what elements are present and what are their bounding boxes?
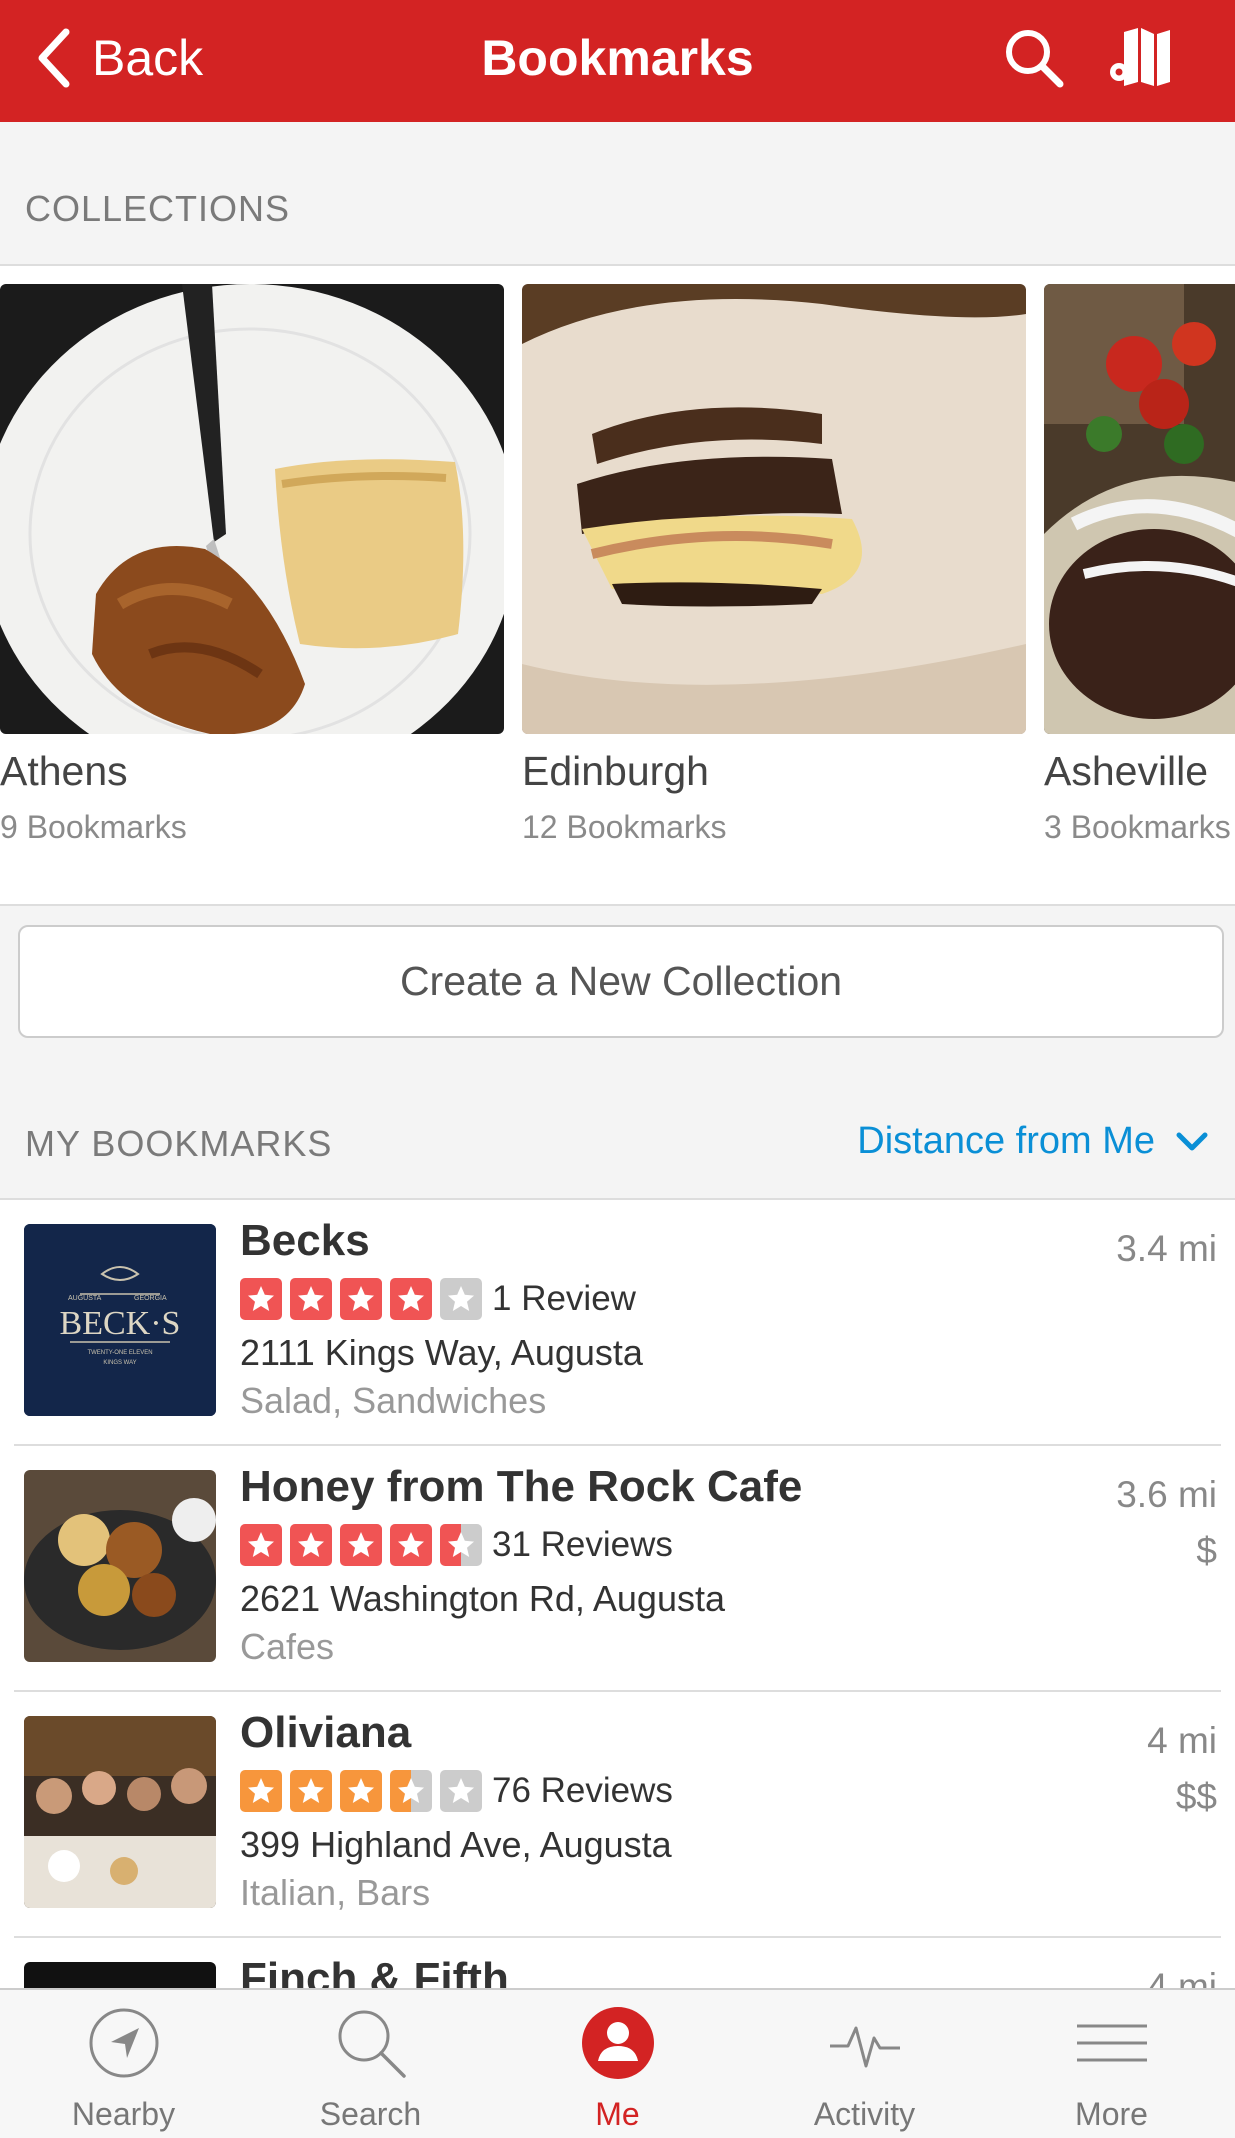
star-icon (440, 1278, 482, 1320)
tab-label: Me (595, 2096, 640, 2132)
map-icon (1110, 28, 1170, 86)
business-address: 2621 Washington Rd, Augusta (240, 1578, 725, 1619)
star-icon (290, 1770, 332, 1812)
collection-photo (522, 284, 1026, 734)
business-address: 2111 Kings Way, Augusta (240, 1332, 643, 1373)
star-icon (240, 1524, 282, 1566)
business-name[interactable]: Oliviana (240, 1708, 411, 1758)
business-distance: 3.4 mi (1116, 1228, 1217, 1269)
business-distance: 4 mi (1147, 1966, 1217, 1988)
business-name[interactable]: Becks (240, 1216, 370, 1266)
star-icon (240, 1278, 282, 1320)
star-icon (390, 1524, 432, 1566)
business-distance: 3.6 mi (1116, 1474, 1217, 1515)
collection-name: Athens (0, 748, 128, 794)
star-icon (290, 1524, 332, 1566)
tab-more[interactable]: More (988, 1990, 1235, 2138)
business-category: Salad, Sandwiches (240, 1380, 547, 1421)
map-button[interactable] (1110, 26, 1174, 90)
bookmarks-section-label: MY BOOKMARKS (25, 1123, 333, 1164)
tab-me[interactable]: Me (494, 1990, 741, 2138)
collection-name: Edinburgh (522, 748, 709, 794)
bookmark-list: AUGUSTA GEORGIA BECK·S TWENTY-ONE ELEVEN… (0, 1198, 1235, 1988)
business-price: $$ (1175, 1776, 1217, 1817)
tab-label: Activity (813, 2096, 916, 2132)
business-thumbnail (24, 1470, 216, 1662)
star-icon (290, 1278, 332, 1320)
menu-icon (1077, 2024, 1147, 2062)
tab-nearby[interactable]: Nearby (0, 1990, 247, 2138)
user-icon (582, 2007, 654, 2079)
business-price: $ (1196, 1530, 1217, 1571)
collections-section-label: COLLECTIONS (25, 188, 291, 229)
review-count: 31 Reviews (492, 1525, 673, 1564)
bookmark-row[interactable]: Honey from The Rock Cafe 31 Reviews 2621… (0, 1446, 1235, 1692)
business-name[interactable]: Finch & Fifth (240, 1954, 509, 1988)
star-rating: 76 Reviews (240, 1770, 673, 1812)
collection-card-edinburgh[interactable]: Edinburgh 12 Bookmarks (522, 284, 1026, 846)
star-icon (440, 1770, 482, 1812)
activity-icon (830, 2026, 900, 2068)
star-rating: 31 Reviews (240, 1524, 673, 1566)
tab-label: More (1075, 2096, 1148, 2132)
collections-carousel[interactable]: Athens 9 Bookmarks Edinburgh 12 Bookmark… (0, 264, 1235, 906)
tab-search[interactable]: Search (247, 1990, 494, 2138)
collection-card-asheville[interactable]: Asheville 3 Bookmarks (1044, 284, 1235, 846)
star-icon (390, 1278, 432, 1320)
collection-card-athens[interactable]: Athens 9 Bookmarks (0, 284, 504, 846)
business-address: 399 Highland Ave, Augusta (240, 1824, 672, 1865)
bookmark-row[interactable]: AUGUSTA GEORGIA BECK·S TWENTY-ONE ELEVEN… (0, 1200, 1235, 1446)
collection-name: Asheville (1044, 748, 1209, 794)
star-icon (340, 1278, 382, 1320)
tab-label: Search (319, 2096, 422, 2132)
compass-icon (89, 2008, 159, 2078)
star-icon (390, 1770, 432, 1812)
collection-count: 3 Bookmarks (1044, 809, 1231, 845)
business-thumbnail (24, 1962, 216, 1988)
review-count: 76 Reviews (492, 1771, 673, 1810)
tab-activity[interactable]: Activity (741, 1990, 988, 2138)
tab-label: Nearby (71, 2096, 176, 2132)
thumb-text-top-left: AUGUSTA (68, 1295, 102, 1302)
thumb-text-line2: KINGS WAY (103, 1360, 136, 1366)
star-icon (340, 1524, 382, 1566)
collection-count: 9 Bookmarks (0, 809, 187, 845)
bookmark-row[interactable]: Oliviana 76 Reviews 399 Highland Ave, Au… (0, 1692, 1235, 1938)
star-icon (240, 1770, 282, 1812)
bookmark-row[interactable]: Finch & Fifth 4 mi (0, 1938, 1235, 1988)
business-distance: 4 mi (1147, 1720, 1217, 1761)
sort-label: Distance from Me (857, 1120, 1155, 1162)
business-thumbnail (24, 1716, 216, 1908)
search-icon (1006, 30, 1064, 88)
thumb-text-top-right: GEORGIA (134, 1295, 167, 1302)
business-name[interactable]: Honey from The Rock Cafe (240, 1462, 802, 1512)
collection-count: 12 Bookmarks (522, 809, 727, 845)
search-icon (338, 2010, 406, 2078)
collection-photo (0, 284, 504, 734)
business-thumbnail: AUGUSTA GEORGIA BECK·S TWENTY-ONE ELEVEN… (24, 1224, 216, 1416)
collection-photo (1044, 284, 1235, 734)
star-icon (440, 1524, 482, 1566)
nav-bar: Back Bookmarks (0, 0, 1235, 122)
chevron-down-icon (1176, 1132, 1208, 1150)
create-collection-button[interactable]: Create a New Collection (18, 925, 1224, 1038)
tab-bar: Nearby Search Me Activity More (0, 1988, 1235, 2138)
search-button[interactable] (1002, 26, 1066, 90)
business-category: Cafes (240, 1626, 335, 1667)
thumb-logo-text: BECK·S (60, 1305, 181, 1342)
review-count: 1 Review (492, 1279, 636, 1318)
business-category: Italian, Bars (240, 1872, 431, 1913)
thumb-text-line1: TWENTY-ONE ELEVEN (87, 1350, 152, 1356)
sort-dropdown[interactable]: Distance from Me (857, 1120, 1209, 1163)
star-icon (340, 1770, 382, 1812)
star-rating: 1 Review (240, 1278, 636, 1320)
